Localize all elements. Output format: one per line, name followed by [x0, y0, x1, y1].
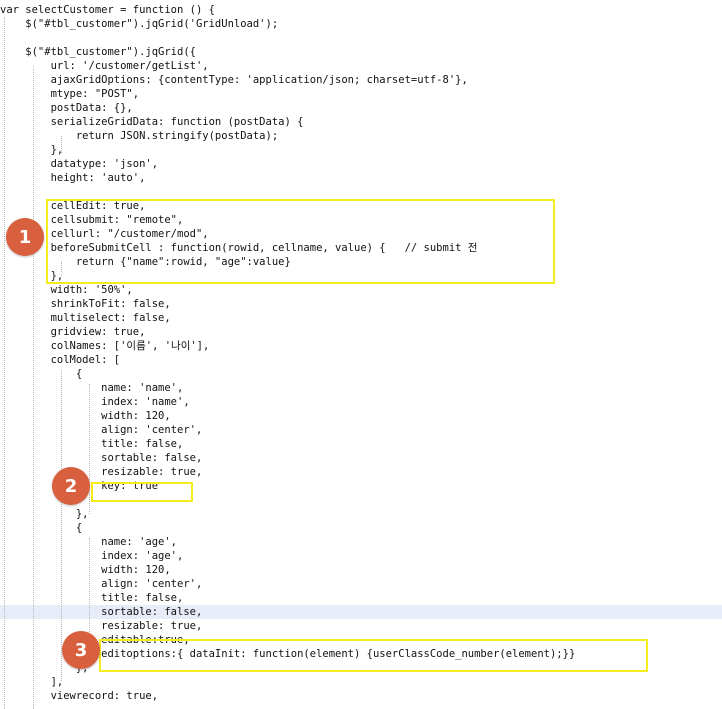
code-line[interactable]: viewrecord: true, [0, 689, 722, 703]
code-line[interactable]: }, [0, 507, 722, 521]
code-line[interactable]: beforeSubmitCell : function(rowid, celln… [0, 241, 722, 255]
code-line[interactable]: url: '/customer/getList', [0, 59, 722, 73]
code-line[interactable]: title: false, [0, 437, 722, 451]
indent-guide [61, 370, 62, 681]
code-line[interactable]: name: 'name', [0, 381, 722, 395]
code-line[interactable]: resizable: true, [0, 619, 722, 633]
annotation-badge-3: 3 [62, 631, 100, 669]
code-line[interactable]: return {"name":rowid, "age":value} [0, 255, 722, 269]
code-line[interactable]: $("#tbl_customer").jqGrid('GridUnload'); [0, 17, 722, 31]
code-line[interactable]: width: 120, [0, 563, 722, 577]
code-line[interactable] [0, 31, 722, 45]
indent-guide [4, 17, 5, 709]
code-line[interactable]: }, [0, 269, 722, 283]
indent-guide [89, 384, 90, 514]
code-line[interactable]: sortable: false, [0, 451, 722, 465]
code-line[interactable]: sortable: false, [0, 605, 722, 619]
code-line[interactable]: postData: {}, [0, 101, 722, 115]
code-line[interactable]: colModel: [ [0, 353, 722, 367]
code-line[interactable]: mtype: "POST", [0, 87, 722, 101]
code-line[interactable]: title: false, [0, 591, 722, 605]
indent-guide [61, 136, 62, 153]
code-line[interactable]: shrinkToFit: false, [0, 297, 722, 311]
code-line[interactable]: editable:true, [0, 633, 722, 647]
code-line[interactable]: ajaxGridOptions: {contentType: 'applicat… [0, 73, 722, 87]
code-line[interactable]: cellsubmit: "remote", [0, 213, 722, 227]
code-line[interactable]: width: 120, [0, 409, 722, 423]
code-line[interactable]: }, [0, 143, 722, 157]
code-line[interactable]: height: 'auto', [0, 171, 722, 185]
code-line[interactable]: gridview: true, [0, 325, 722, 339]
indent-guide [61, 262, 62, 276]
annotation-badge-2: 2 [52, 467, 90, 505]
code-line[interactable]: width: '50%', [0, 283, 722, 297]
code-line[interactable] [0, 493, 722, 507]
code-line[interactable]: multiselect: false, [0, 311, 722, 325]
code-line[interactable]: datatype: 'json', [0, 157, 722, 171]
code-line[interactable]: var selectCustomer = function () { [0, 3, 722, 17]
code-line[interactable]: key: true [0, 479, 722, 493]
code-line[interactable]: align: 'center', [0, 577, 722, 591]
code-line[interactable]: colNames: ['이름', '나이'], [0, 339, 722, 353]
code-line[interactable]: ], [0, 675, 722, 689]
code-editor[interactable]: var selectCustomer = function () { $("#t… [0, 0, 722, 709]
indent-guide [33, 66, 34, 709]
code-line[interactable]: index: 'age', [0, 549, 722, 563]
code-line[interactable]: { [0, 367, 722, 381]
code-line[interactable]: align: 'center', [0, 423, 722, 437]
code-line[interactable]: resizable: true, [0, 465, 722, 479]
code-line[interactable] [0, 185, 722, 199]
code-line[interactable]: cellurl: "/customer/mod", [0, 227, 722, 241]
code-line[interactable]: name: 'age', [0, 535, 722, 549]
code-line[interactable]: serializeGridData: function (postData) { [0, 115, 722, 129]
code-line[interactable]: return JSON.stringify(postData); [0, 129, 722, 143]
code-line[interactable]: $("#tbl_customer").jqGrid({ [0, 45, 722, 59]
annotation-badge-1: 1 [6, 218, 44, 256]
code-line[interactable]: { [0, 521, 722, 535]
code-line[interactable]: editoptions:{ dataInit: function(element… [0, 647, 722, 661]
code-line[interactable]: }, [0, 661, 722, 675]
code-line[interactable]: index: 'name', [0, 395, 722, 409]
code-line[interactable]: cellEdit: true, [0, 199, 722, 213]
